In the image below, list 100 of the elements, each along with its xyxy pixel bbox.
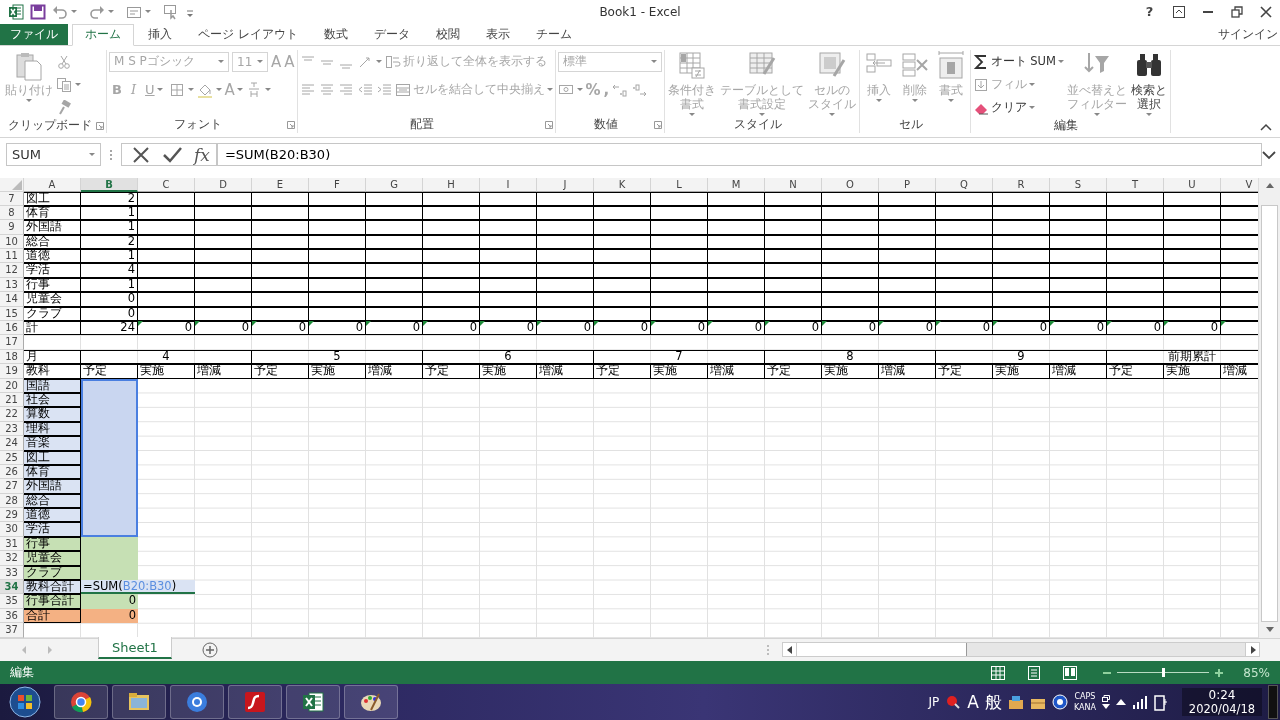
error-indicator-icon[interactable] — [993, 321, 998, 326]
new-sheet-icon[interactable] — [201, 641, 218, 658]
row-header[interactable]: 24 — [0, 436, 24, 451]
ribbon-tab[interactable]: チーム — [523, 23, 584, 45]
dialog-launcher-icon[interactable] — [96, 121, 104, 130]
column-header[interactable]: J — [537, 177, 594, 192]
page-break-icon[interactable] — [1063, 665, 1078, 680]
error-indicator-icon[interactable] — [765, 321, 770, 326]
clock-time[interactable]: 0:24 — [1208, 688, 1236, 703]
column-header[interactable]: O — [822, 177, 879, 192]
horizontal-scrollbar[interactable] — [782, 642, 1260, 658]
row-header[interactable]: 14 — [0, 292, 24, 307]
dialog-launcher-icon[interactable] — [653, 120, 662, 129]
ribbon-tab[interactable]: ファイル — [0, 23, 68, 45]
column-header[interactable]: F — [309, 177, 366, 192]
save-icon[interactable] — [30, 3, 46, 20]
sign-in-link[interactable]: サインイン — [1218, 23, 1280, 45]
taskbar-button[interactable] — [170, 685, 224, 720]
row-header[interactable]: 37 — [0, 623, 24, 638]
error-indicator-icon[interactable] — [651, 321, 656, 326]
column-header[interactable]: K — [594, 177, 651, 192]
column-header[interactable]: T — [1107, 177, 1164, 192]
selected-range-cell[interactable] — [81, 522, 138, 537]
help-icon[interactable] — [1051, 694, 1068, 711]
column-header[interactable]: S — [1050, 177, 1107, 192]
scroll-right-button[interactable] — [1245, 643, 1259, 657]
row-header[interactable]: 29 — [0, 508, 24, 523]
column-header[interactable]: D — [195, 177, 252, 192]
error-indicator-icon[interactable] — [936, 321, 941, 326]
row-header[interactable]: 34 — [0, 580, 24, 595]
column-header[interactable]: G — [366, 177, 423, 192]
cancel-icon[interactable] — [132, 145, 150, 164]
error-indicator-icon[interactable] — [480, 321, 485, 326]
column-header[interactable]: V — [1221, 177, 1258, 192]
column-header[interactable]: P — [879, 177, 936, 192]
zoom-in-icon[interactable] — [1214, 667, 1225, 678]
row-header[interactable]: 12 — [0, 263, 24, 278]
error-indicator-icon[interactable] — [138, 321, 143, 326]
start-orb-icon[interactable] — [8, 685, 42, 720]
pin-icon[interactable] — [945, 694, 962, 711]
row-header[interactable]: 30 — [0, 522, 24, 537]
error-indicator-icon[interactable] — [822, 321, 827, 326]
row-header[interactable]: 32 — [0, 551, 24, 566]
column-header[interactable]: M — [708, 177, 765, 192]
signal-icon[interactable] — [1132, 695, 1148, 710]
row-header[interactable]: 27 — [0, 479, 24, 494]
error-indicator-icon[interactable] — [537, 321, 542, 326]
row-header[interactable]: 9 — [0, 220, 24, 235]
column-header[interactable]: E — [252, 177, 309, 192]
row-header[interactable]: 35 — [0, 594, 24, 609]
page-layout-icon[interactable] — [1027, 665, 1042, 680]
insert-function-button[interactable]: fx — [194, 144, 210, 165]
scrollbar-thumb[interactable] — [1261, 205, 1278, 622]
row-header[interactable]: 17 — [0, 335, 24, 350]
input-mode-indicator[interactable]: A — [967, 692, 979, 713]
error-indicator-icon[interactable] — [594, 321, 599, 326]
redo-icon[interactable] — [89, 3, 105, 20]
column-header[interactable]: U — [1164, 177, 1221, 192]
column-header[interactable]: H — [423, 177, 480, 192]
error-indicator-icon[interactable] — [708, 321, 713, 326]
drag-handle-icon[interactable] — [766, 643, 770, 656]
clock-date[interactable]: 2020/04/18 — [1188, 702, 1256, 717]
row-header[interactable]: 11 — [0, 249, 24, 264]
restore-icon[interactable] — [1102, 695, 1110, 703]
toolbox-icon[interactable] — [1007, 694, 1024, 711]
error-indicator-icon[interactable] — [423, 321, 428, 326]
row-header[interactable]: 19 — [0, 364, 24, 379]
dialog-launcher-icon[interactable] — [544, 120, 553, 129]
help-button[interactable]: ? — [1135, 0, 1164, 23]
ribbon-tab[interactable]: データ — [361, 23, 422, 45]
ribbon-tab[interactable]: 挿入 — [136, 23, 184, 45]
zoom-slider-thumb[interactable] — [1162, 668, 1166, 678]
up-arrow-icon[interactable] — [1116, 698, 1126, 707]
scrollbar-thumb[interactable] — [797, 643, 967, 657]
spreadsheet-icon[interactable] — [8, 3, 24, 20]
zoom-level[interactable]: 85% — [1243, 665, 1270, 680]
taskbar-button[interactable] — [344, 685, 398, 720]
ribbon-tab[interactable]: 数式 — [311, 23, 360, 45]
taskbar-button[interactable] — [112, 685, 166, 720]
ribbon-tab[interactable]: 表示 — [473, 23, 522, 45]
column-header[interactable]: I — [480, 177, 537, 192]
column-header[interactable]: B — [81, 177, 138, 192]
active-cell[interactable]: =SUM(B20:B30) — [81, 580, 195, 595]
normal-view-icon[interactable] — [991, 665, 1006, 680]
taskbar-button[interactable] — [286, 685, 340, 720]
error-indicator-icon[interactable] — [879, 321, 884, 326]
error-indicator-icon[interactable] — [1164, 321, 1169, 326]
column-header[interactable]: N — [765, 177, 822, 192]
error-indicator-icon[interactable] — [1221, 321, 1226, 326]
sheet-tab[interactable]: Sheet1 — [98, 637, 172, 660]
ribbon-tab[interactable]: ページ レイアウト — [186, 23, 310, 45]
row-header[interactable]: 16 — [0, 321, 24, 336]
error-indicator-icon[interactable] — [1107, 321, 1112, 326]
check-icon[interactable] — [162, 145, 182, 164]
touch-icon[interactable] — [163, 3, 179, 20]
column-header[interactable]: C — [138, 177, 195, 192]
column-header[interactable]: A — [24, 177, 81, 192]
ribbon-button[interactable]: 検索と 選択 — [1129, 49, 1168, 116]
column-header[interactable]: Q — [936, 177, 993, 192]
row-header[interactable]: 22 — [0, 407, 24, 422]
